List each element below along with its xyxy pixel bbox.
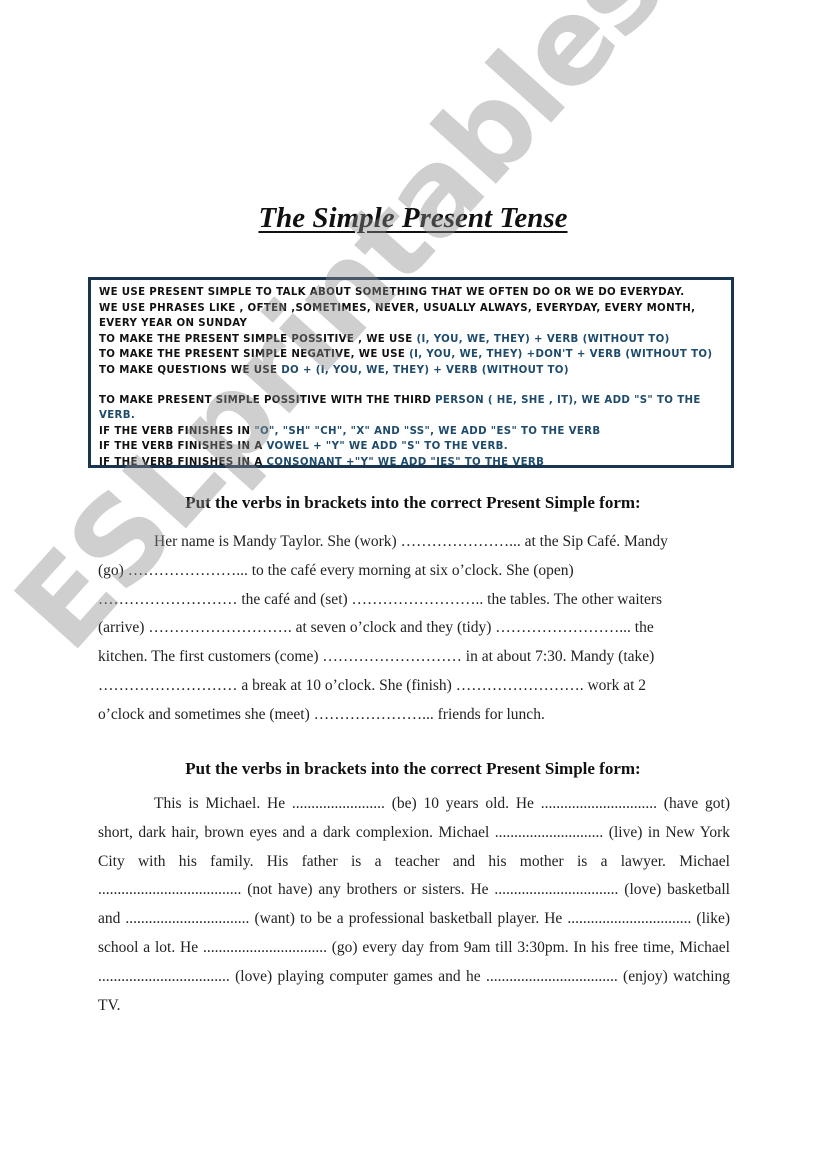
exercise-line: (go) …………………... to the café every mornin… [98,561,574,579]
page-title: The Simple Present Tense [0,202,826,235]
rule-line: IF THE VERB FINISHES IN "O", "SH" "CH", … [99,424,723,440]
exercise-line: Her name is Mandy Taylor. She (work) ………… [98,528,730,557]
rule-text: TO MAKE QUESTIONS WE USE [99,364,282,376]
rule-text: TO MAKE THE PRESENT SIMPLE POSSITIVE , W… [99,333,417,345]
exercise-2-heading: Put the verbs in brackets into the corre… [185,759,641,778]
exercise-paragraph: This is Michael. He ....................… [98,790,730,1020]
rule-highlight: DO + (I, YOU, WE, THEY) + VERB (WITHOUT … [281,364,569,376]
exercise-2-text: This is Michael. He ....................… [98,790,730,1020]
exercise-line: ……………………… a break at 10 o’clock. She (fi… [98,676,647,694]
exercise-line: (arrive) ………………………. at seven o’clock and… [98,619,654,637]
rule-line: TO MAKE THE PRESENT SIMPLE NEGATIVE, WE … [99,347,723,363]
rule-line: EVERY YEAR ON SUNDAY [99,316,723,332]
exercise-line: o’clock and sometimes she (meet) …………………… [98,705,545,723]
exercise-paragraph-text: This is Michael. He ....................… [98,795,730,1014]
rule-text: TO MAKE THE PRESENT SIMPLE NEGATIVE, WE … [99,349,410,361]
exercise-line: kitchen. The first customers (come) …………… [98,648,655,666]
rule-text: WE USE PHRASES LIKE , OFTEN ,SOMETIMES, … [99,302,696,314]
rule-text: WE USE PRESENT SIMPLE TO TALK ABOUT SOME… [99,287,685,298]
exercise-line: ……………………… the café and (set) …………………….. … [98,590,663,608]
rule-highlight: CONSONANT +"Y" WE ADD "IES" TO THE VERB [266,456,545,468]
rule-text: EVERY YEAR ON SUNDAY [99,318,248,330]
exercise-line-text: Her name is Mandy Taylor. She (work) ………… [154,533,668,550]
exercise-1-text: Her name is Mandy Taylor. She (work) ………… [98,528,730,730]
rule-line: TO MAKE QUESTIONS WE USE DO + (I, YOU, W… [99,363,723,379]
rule-spacer [99,379,723,393]
rule-line: IF THE VERB FINISHES IN A VOWEL + "Y" WE… [99,439,723,455]
rule-line: TO MAKE THE PRESENT SIMPLE POSSITIVE , W… [99,332,723,348]
rule-highlight: "O", "SH" "CH", "X" AND "SS", WE ADD "ES… [254,425,601,437]
rule-highlight: (I, YOU, WE, THEY) +DON'T + VERB (WITHOU… [409,349,713,361]
rule-line: IF THE VERB FINISHES IN A CONSONANT +"Y"… [99,455,723,471]
rule-line: WE USE PRESENT SIMPLE TO TALK ABOUT SOME… [99,285,723,301]
rule-line: WE USE PHRASES LIKE , OFTEN ,SOMETIMES, … [99,301,723,317]
rule-line: TO MAKE PRESENT SIMPLE POSSITIVE WITH TH… [99,393,723,424]
exercise-1-heading: Put the verbs in brackets into the corre… [185,493,641,512]
worksheet-page: The Simple Present Tense WE USE PRESENT … [0,0,826,1169]
rule-text: TO MAKE PRESENT SIMPLE POSSITIVE WITH TH… [99,394,436,406]
rule-text: IF THE VERB FINISHES IN A [99,441,267,453]
rule-highlight: (I, YOU, WE, THEY) + VERB (WITHOUT TO) [416,333,670,345]
grammar-rules-box: WE USE PRESENT SIMPLE TO TALK ABOUT SOME… [88,277,734,468]
rule-text: IF THE VERB FINISHES IN A [99,456,267,468]
page-title-text: The Simple Present Tense [258,202,568,234]
rule-text: IF THE VERB FINISHES IN [99,425,255,437]
rule-highlight: VOWEL + "Y" WE ADD "S" TO THE VERB. [266,441,508,453]
